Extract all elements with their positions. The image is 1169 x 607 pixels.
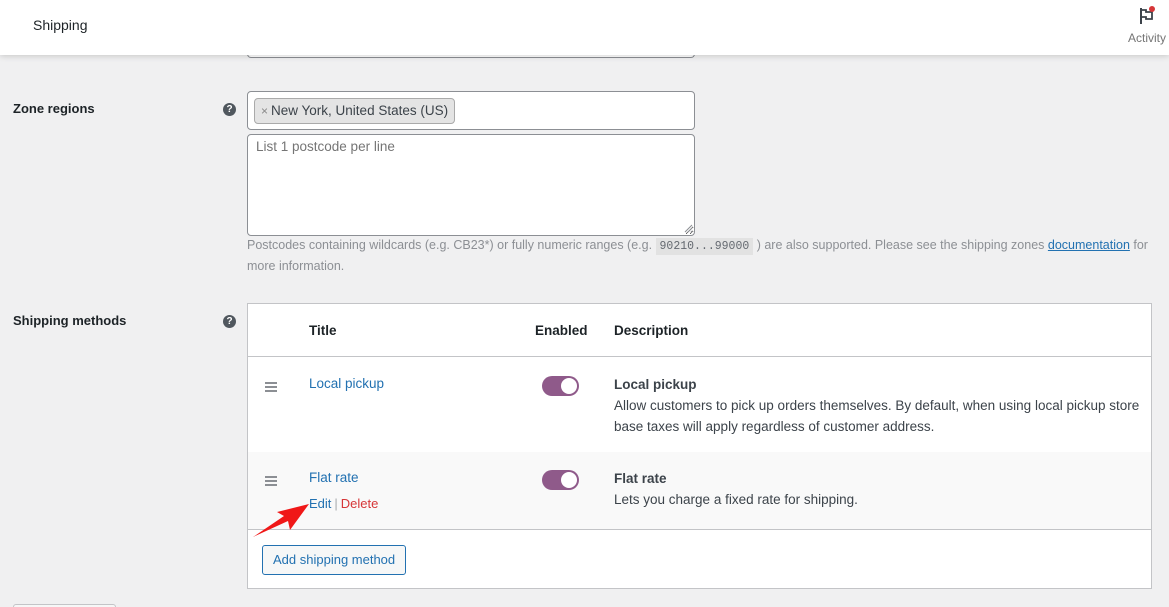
column-title: Title (309, 323, 337, 338)
postcode-hint: Postcodes containing wildcards (e.g. CB2… (247, 236, 1157, 276)
method-description: Flat rate Lets you charge a fixed rate f… (614, 468, 1144, 510)
shipping-methods-table: Title Enabled Description Local pickup L… (247, 303, 1152, 589)
column-enabled: Enabled (535, 323, 588, 338)
flag-icon (1137, 6, 1157, 26)
table-row: Local pickup Local pickup Allow customer… (248, 358, 1151, 452)
documentation-link[interactable]: documentation (1048, 238, 1130, 252)
page-title: Shipping (33, 17, 88, 33)
top-header-bar: Shipping Activity (0, 0, 1169, 55)
action-separator: | (334, 496, 338, 511)
enabled-toggle[interactable] (542, 376, 579, 396)
description-title: Flat rate (614, 471, 667, 486)
method-description: Local pickup Allow customers to pick up … (614, 374, 1144, 437)
notification-dot (1149, 6, 1155, 12)
description-text: Lets you charge a fixed rate for shippin… (614, 492, 858, 507)
zone-regions-select[interactable]: × New York, United States (US) (247, 91, 695, 130)
hint-text-middle: ) are also supported. Please see the shi… (753, 238, 1048, 252)
question-circle-icon[interactable]: ? (223, 103, 236, 116)
remove-region-icon[interactable]: × (261, 104, 268, 118)
drag-handle-icon[interactable] (265, 382, 277, 394)
enabled-toggle[interactable] (542, 470, 579, 490)
description-title: Local pickup (614, 377, 697, 392)
delete-link[interactable]: Delete (341, 496, 379, 511)
column-description: Description (614, 323, 689, 338)
activity-label: Activity (1127, 31, 1166, 45)
row-actions: Edit | Delete (309, 496, 378, 511)
question-circle-icon[interactable]: ? (223, 315, 236, 328)
activity-button[interactable]: Activity (1125, 6, 1169, 45)
toggle-knob (561, 472, 577, 488)
region-chip-label: New York, United States (US) (271, 103, 449, 118)
table-header: Title Enabled Description (248, 304, 1151, 357)
shipping-zone-page: Shipping Activity Zone regions ? × New Yo… (0, 0, 1169, 607)
shipping-methods-label: Shipping methods (13, 313, 127, 328)
description-text: Allow customers to pick up orders themse… (614, 398, 1140, 434)
drag-handle-icon[interactable] (265, 476, 277, 488)
method-title-link[interactable]: Flat rate (309, 470, 359, 485)
table-row: Flat rate Edit | Delete Flat rate Lets you… (248, 452, 1151, 530)
zone-regions-label: Zone regions (13, 101, 95, 116)
postcodes-textarea[interactable] (247, 134, 695, 236)
toggle-knob (561, 378, 577, 394)
add-shipping-method-button[interactable]: Add shipping method (262, 545, 407, 575)
hint-text-prefix: Postcodes containing wildcards (e.g. CB2… (247, 238, 656, 252)
method-title-link[interactable]: Local pickup (309, 376, 384, 391)
hint-code-range: 90210...99000 (655, 238, 754, 255)
region-chip: × New York, United States (US) (254, 98, 456, 124)
edit-link[interactable]: Edit (309, 496, 331, 511)
